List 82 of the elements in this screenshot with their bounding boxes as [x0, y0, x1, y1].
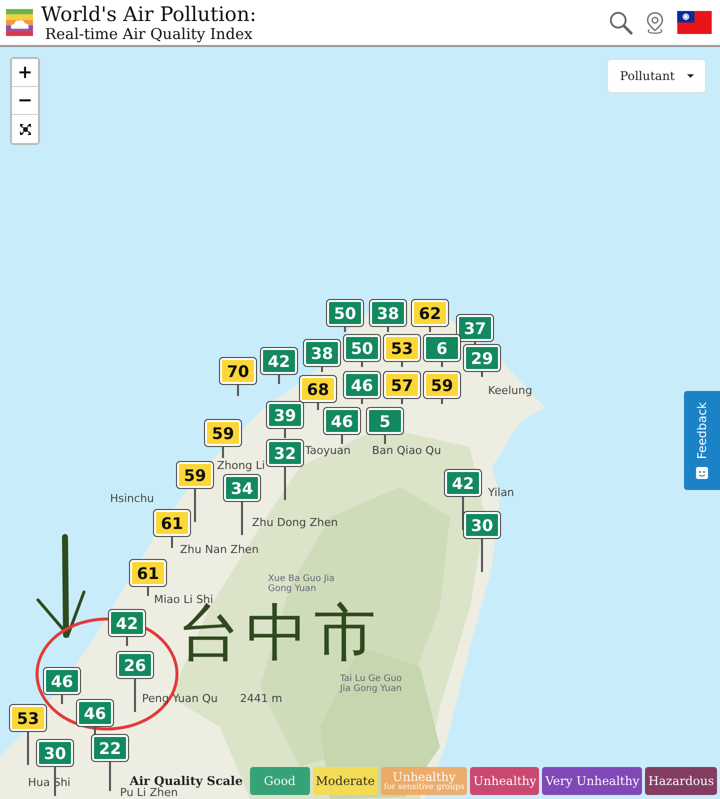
legend-item: Unhealthy for sensitive groups	[380, 767, 468, 795]
site-title: World's Air Pollution:	[41, 4, 256, 24]
marker-pole	[384, 434, 386, 444]
aqi-marker[interactable]: 46	[77, 700, 113, 726]
aqi-marker[interactable]: 34	[224, 475, 260, 501]
pollutant-dropdown[interactable]: Pollutant	[607, 59, 706, 93]
marker-pole	[278, 374, 280, 384]
place-label: Zhu Dong Zhen	[252, 517, 338, 530]
aqi-marker[interactable]: 30	[464, 512, 500, 538]
place-label: Xue Ba Guo Jia Gong Yuan	[268, 575, 336, 595]
place-label: Keelung	[488, 385, 532, 398]
marker-pole	[284, 428, 286, 438]
legend-title: Air Quality Scale	[130, 774, 243, 788]
chat-icon	[696, 467, 708, 480]
aqi-marker[interactable]: 50	[327, 300, 363, 326]
handwritten-note: 台中市	[178, 602, 382, 664]
zoom-in-button[interactable]: +	[12, 59, 38, 87]
aqi-marker[interactable]: 59	[424, 372, 460, 398]
aqi-marker[interactable]: 70	[220, 358, 256, 384]
marker-pole	[284, 466, 286, 500]
aqi-marker[interactable]: 42	[445, 470, 481, 496]
place-label: Peng Yuan Qu	[142, 693, 218, 706]
aqi-marker[interactable]: 5	[367, 408, 403, 434]
aqi-marker[interactable]: 37	[457, 315, 493, 341]
aqi-marker[interactable]: 42	[109, 610, 145, 636]
aqi-marker[interactable]: 50	[344, 335, 380, 361]
aqi-marker[interactable]: 30	[37, 740, 73, 766]
aqi-marker[interactable]: 38	[370, 300, 406, 326]
aqi-marker[interactable]: 61	[130, 560, 166, 586]
place-label: Zhong Li	[217, 460, 265, 472]
place-label: Zhu Nan Zhen	[180, 544, 259, 556]
caret-icon	[687, 74, 694, 78]
aqi-marker[interactable]: 53	[10, 705, 46, 731]
aqi-marker[interactable]: 46	[324, 408, 360, 434]
aqi-marker[interactable]: 42	[261, 348, 297, 374]
feedback-tab[interactable]: Feedback	[684, 391, 720, 490]
logo-icon	[6, 9, 33, 36]
aqi-marker[interactable]: 61	[154, 510, 190, 536]
place-label: Tai Lu Ge Guo Jia Gong Yuan	[340, 675, 403, 695]
place-label: Yilan	[488, 487, 514, 500]
aqi-marker[interactable]: 46	[44, 668, 80, 694]
marker-pole	[341, 434, 343, 444]
aqi-marker[interactable]: 22	[92, 735, 128, 761]
place-label: Taoyuan	[305, 445, 351, 458]
legend-item: Hazardous	[645, 767, 717, 795]
marker-pole	[126, 636, 128, 646]
place-label: Hsinchu	[110, 493, 154, 506]
aqi-marker[interactable]: 68	[300, 376, 336, 402]
aqi-marker[interactable]: 62	[412, 300, 448, 326]
legend-item: Very Unhealthy	[542, 767, 642, 795]
legend-item: Moderate	[312, 767, 378, 795]
fullscreen-icon	[20, 124, 30, 134]
place-label: Pu Li Zhen	[120, 787, 178, 799]
aqi-marker[interactable]: 39	[267, 402, 303, 428]
place-label: 2441 m	[240, 693, 282, 706]
aqi-marker[interactable]: 59	[205, 420, 241, 446]
marker-pole	[237, 384, 239, 396]
aqi-marker[interactable]: 38	[304, 340, 340, 366]
marker-pole	[481, 538, 483, 572]
marker-pole	[27, 731, 29, 765]
legend-item: Unhealthy	[470, 767, 540, 795]
aqi-marker[interactable]: 53	[384, 335, 420, 361]
marker-pole	[222, 446, 224, 458]
flag-icon[interactable]	[677, 11, 712, 34]
marker-pole	[109, 761, 111, 791]
search-icon[interactable]	[609, 10, 633, 34]
site-subtitle: Real-time Air Quality Index	[44, 26, 254, 42]
aqi-marker[interactable]: 26	[117, 652, 153, 678]
aqi-marker[interactable]: 6	[424, 335, 460, 361]
place-label: Ban Qiao Qu	[372, 445, 442, 458]
marker-pole	[241, 501, 243, 535]
aqi-marker[interactable]: 46	[344, 372, 380, 398]
marker-pole	[134, 678, 136, 712]
marker-pole	[194, 488, 196, 522]
aqi-marker[interactable]: 59	[177, 462, 213, 488]
marker-pole	[147, 586, 149, 596]
aqi-marker[interactable]: 32	[267, 440, 303, 466]
aqi-marker[interactable]: 29	[464, 345, 500, 371]
legend-item: Good	[250, 767, 310, 795]
marker-pole	[61, 694, 63, 704]
aqi-marker[interactable]: 57	[384, 372, 420, 398]
marker-pole	[171, 536, 173, 548]
